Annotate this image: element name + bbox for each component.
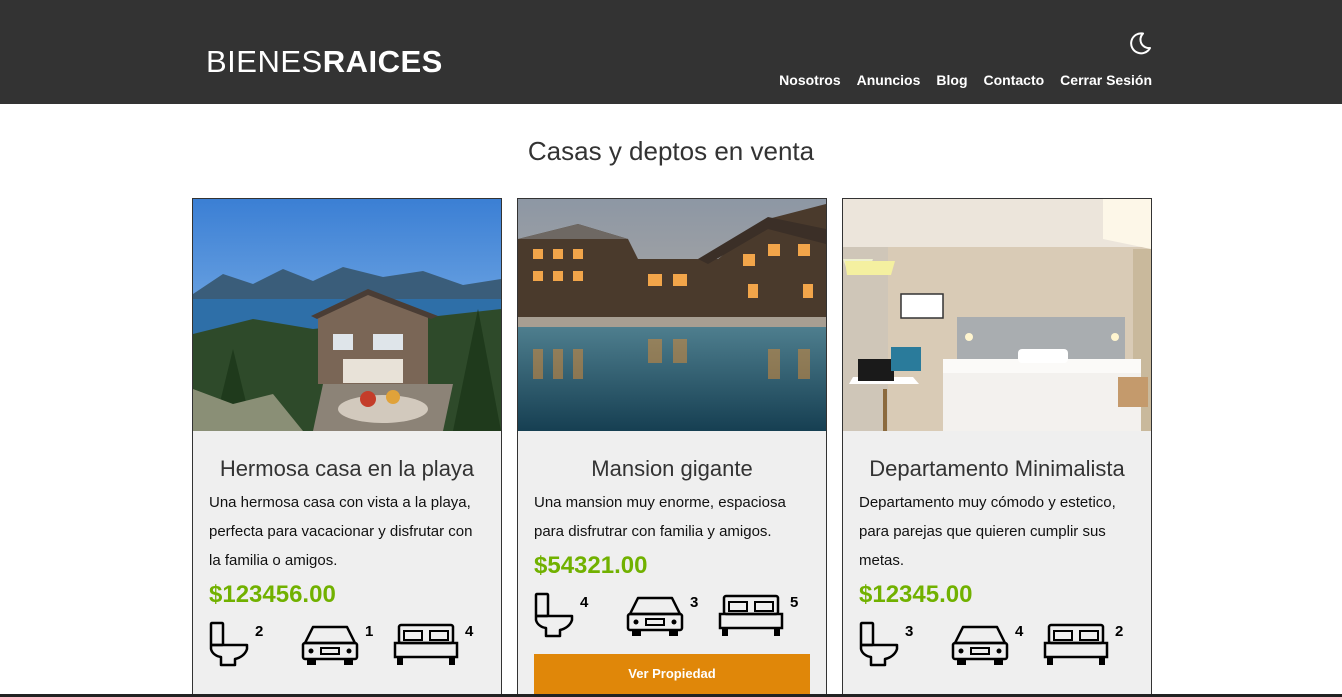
rooms-count: 4 xyxy=(465,623,474,640)
toilet-icon xyxy=(209,621,249,667)
property-image-apartment xyxy=(843,199,1151,431)
property-features: 2 1 4 xyxy=(193,621,501,667)
property-features: 3 4 2 xyxy=(843,621,1151,667)
feature-rooms: 5 xyxy=(718,592,798,638)
toilet-icon xyxy=(859,621,899,667)
nav-link-contacto[interactable]: Contacto xyxy=(984,71,1045,89)
rooms-count: 5 xyxy=(790,594,799,611)
nav-link-anuncios[interactable]: Anuncios xyxy=(857,71,921,89)
feature-baths: 4 xyxy=(534,592,626,638)
property-title: Departamento Minimalista xyxy=(869,456,1125,481)
feature-parking: 4 xyxy=(951,621,1043,667)
feature-baths: 3 xyxy=(859,621,951,667)
property-description: Una hermosa casa con vista a la playa, p… xyxy=(209,494,473,569)
parking-count: 1 xyxy=(365,623,374,640)
bed-icon xyxy=(718,594,784,636)
property-card: Mansion gigante Una mansion muy enorme, … xyxy=(517,198,827,697)
baths-count: 2 xyxy=(255,623,264,640)
baths-count: 4 xyxy=(580,594,589,611)
toilet-icon xyxy=(534,592,574,638)
property-price: $123456.00 xyxy=(209,581,336,608)
parking-count: 3 xyxy=(690,594,699,611)
property-title: Hermosa casa en la playa xyxy=(219,456,475,481)
car-icon xyxy=(301,625,359,665)
car-icon xyxy=(626,596,684,636)
feature-parking: 1 xyxy=(301,621,393,667)
bed-icon xyxy=(1043,623,1109,665)
feature-rooms: 2 xyxy=(1043,621,1123,667)
property-price: $54321.00 xyxy=(534,552,648,579)
property-title: Mansion gigante xyxy=(591,456,753,481)
feature-parking: 3 xyxy=(626,592,718,638)
main-nav: Nosotros Anuncios Blog Contacto Cerrar S… xyxy=(779,71,1152,89)
nav-link-blog[interactable]: Blog xyxy=(936,71,967,89)
parking-count: 4 xyxy=(1015,623,1024,640)
property-description: Departamento muy cómodo y estetico, para… xyxy=(859,494,1116,569)
feature-rooms: 4 xyxy=(393,621,473,667)
nav-link-cerrar-sesion[interactable]: Cerrar Sesión xyxy=(1060,71,1152,89)
nav-link-nosotros[interactable]: Nosotros xyxy=(779,71,840,89)
property-description: Una mansion muy enorme, espaciosa para d… xyxy=(534,494,786,540)
property-image-mansion xyxy=(518,199,826,431)
view-property-button[interactable]: Ver Propiedad xyxy=(534,654,810,694)
property-card: Departamento Minimalista Departamento mu… xyxy=(842,198,1152,697)
rooms-count: 2 xyxy=(1115,623,1124,640)
bed-icon xyxy=(393,623,459,665)
property-price: $12345.00 xyxy=(859,581,973,608)
baths-count: 3 xyxy=(905,623,914,640)
car-icon xyxy=(951,625,1009,665)
property-features: 4 3 5 xyxy=(518,592,826,638)
moon-icon[interactable] xyxy=(1127,30,1153,56)
site-header: BIENESRAICES Nosotros Anuncios Blog Cont… xyxy=(0,0,1342,104)
property-card: Hermosa casa en la playa Una hermosa cas… xyxy=(192,198,502,697)
feature-baths: 2 xyxy=(209,621,301,667)
logo[interactable]: BIENESRAICES xyxy=(206,44,443,80)
section-title: Casas y deptos en venta xyxy=(527,136,815,166)
property-image-beach-house xyxy=(193,199,501,431)
